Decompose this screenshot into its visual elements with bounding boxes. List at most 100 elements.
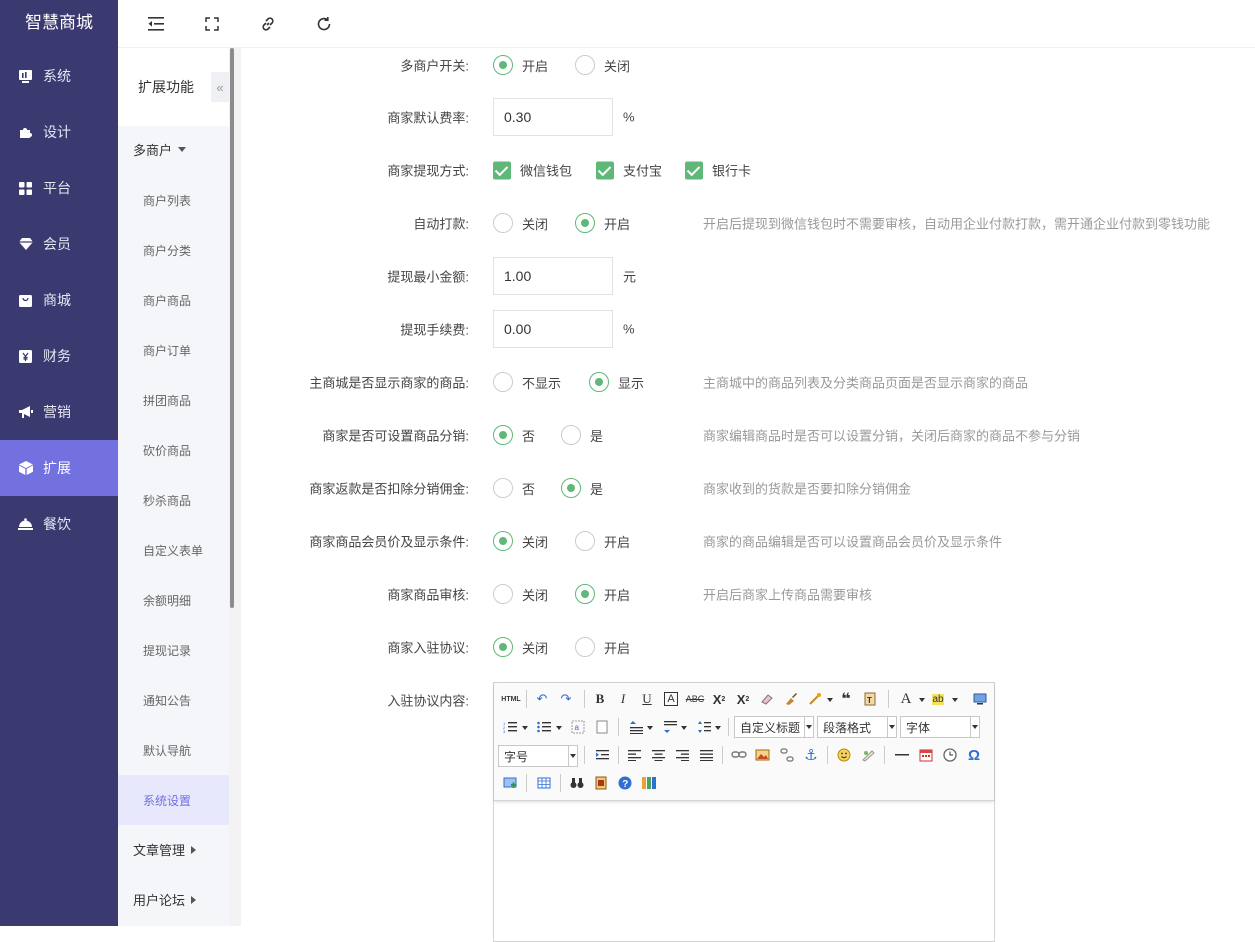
radio-dot[interactable]	[493, 637, 513, 657]
underline-icon[interactable]: U	[637, 689, 657, 709]
checkbox-wechat-wallet[interactable]: 微信钱包	[493, 161, 572, 180]
html-source-icon[interactable]: HTML	[500, 689, 522, 709]
special-char-icon[interactable]: Ω	[964, 745, 984, 765]
eraser-icon[interactable]	[757, 689, 777, 709]
sidebar-item-6[interactable]: 营销	[0, 384, 118, 440]
sidebar-item-3[interactable]: 会员	[0, 216, 118, 272]
radio-agreement-off[interactable]: 关闭	[493, 637, 548, 657]
template-icon[interactable]	[591, 773, 611, 793]
insert-image-icon[interactable]	[500, 773, 520, 793]
row-spacing-bottom-icon[interactable]	[660, 717, 680, 737]
radio-member-price-on[interactable]: 开启	[575, 531, 630, 551]
fee-rate-input[interactable]: 0.30	[493, 98, 613, 136]
radio-dot[interactable]	[575, 584, 595, 604]
radio-deduct-no[interactable]: 否	[493, 478, 535, 498]
row-spacing-top-icon[interactable]	[626, 717, 646, 737]
select-all-icon[interactable]: a	[568, 717, 588, 737]
border-a-icon[interactable]: A	[661, 689, 681, 709]
font-family-select[interactable]: 字体	[900, 716, 980, 738]
radio-dot[interactable]	[561, 478, 581, 498]
radio-multi-merchant-on[interactable]: 开启	[493, 55, 548, 75]
bold-icon[interactable]: B	[590, 689, 610, 709]
check-icon[interactable]	[493, 161, 511, 179]
collapse-button[interactable]: «	[211, 72, 229, 102]
sub-item-3[interactable]: 商户订单	[118, 325, 229, 375]
radio-dot[interactable]	[493, 372, 513, 392]
checkbox-bank-card[interactable]: 银行卡	[685, 161, 751, 180]
sidebar-item-0[interactable]: 系统	[0, 48, 118, 104]
unordered-list-icon[interactable]	[534, 717, 554, 737]
paste-plain-icon[interactable]: T	[860, 689, 880, 709]
italic-icon[interactable]: I	[613, 689, 633, 709]
emotion-icon[interactable]	[834, 745, 854, 765]
radio-agreement-on[interactable]: 开启	[575, 637, 630, 657]
unlink-icon[interactable]	[777, 745, 797, 765]
align-left-icon[interactable]	[624, 745, 644, 765]
sub-item-0[interactable]: 商户列表	[118, 175, 229, 225]
help-icon[interactable]: ?	[615, 773, 635, 793]
horizontal-rule-icon[interactable]	[892, 745, 912, 765]
align-center-icon[interactable]	[648, 745, 668, 765]
link-icon[interactable]	[729, 745, 749, 765]
radio-member-price-off[interactable]: 关闭	[493, 531, 548, 551]
paragraph-format-select[interactable]: 段落格式	[817, 716, 897, 738]
sub-item-11[interactable]: 默认导航	[118, 725, 229, 775]
superscript-icon[interactable]: X2	[709, 689, 729, 709]
sub-item-12[interactable]: 系统设置	[118, 775, 229, 825]
sidebar-item-5[interactable]: 财务	[0, 328, 118, 384]
radio-dot[interactable]	[493, 584, 513, 604]
redo-icon[interactable]: ↷	[556, 689, 576, 709]
highlight-icon[interactable]: ab	[928, 689, 948, 709]
radio-auto-pay-off[interactable]: 关闭	[493, 213, 548, 233]
link-icon[interactable]	[258, 14, 278, 34]
radio-deduct-yes[interactable]: 是	[561, 478, 603, 498]
radio-distribution-yes[interactable]: 是	[561, 425, 603, 445]
sidebar-item-2[interactable]: 平台	[0, 160, 118, 216]
sidebar-item-4[interactable]: 商城	[0, 272, 118, 328]
radio-dot[interactable]	[589, 372, 609, 392]
sub-item-9[interactable]: 提现记录	[118, 625, 229, 675]
anchor-icon[interactable]: ⚓	[801, 745, 821, 765]
indent-icon[interactable]	[592, 745, 612, 765]
subscript-icon[interactable]: X2	[733, 689, 753, 709]
strikethrough-icon[interactable]: ABC	[685, 689, 705, 709]
font-color-icon[interactable]: A	[896, 689, 916, 709]
check-icon[interactable]	[685, 161, 703, 179]
scrawl-icon[interactable]	[858, 745, 878, 765]
radio-dot[interactable]	[575, 213, 595, 233]
withdraw-fee-input[interactable]: 0.00	[493, 310, 613, 348]
radio-show-merchant-goods[interactable]: 显示	[589, 372, 644, 392]
align-justify-icon[interactable]	[696, 745, 716, 765]
sub-item-8[interactable]: 余额明细	[118, 575, 229, 625]
preview-icon[interactable]	[970, 689, 990, 709]
radio-hide-merchant-goods[interactable]: 不显示	[493, 372, 561, 392]
image-icon[interactable]	[753, 745, 773, 765]
radio-multi-merchant-off[interactable]: 关闭	[575, 55, 630, 75]
ocr-icon[interactable]	[639, 773, 659, 793]
date-icon[interactable]	[916, 745, 936, 765]
fullscreen-icon[interactable]	[202, 14, 222, 34]
checkbox-alipay[interactable]: 支付宝	[596, 161, 662, 180]
sub-item-10[interactable]: 通知公告	[118, 675, 229, 725]
sub-item-4[interactable]: 拼团商品	[118, 375, 229, 425]
radio-dot[interactable]	[561, 425, 581, 445]
format-brush-icon[interactable]	[781, 689, 801, 709]
sub-item-6[interactable]: 秒杀商品	[118, 475, 229, 525]
table-icon[interactable]	[534, 773, 554, 793]
blockquote-icon[interactable]: ❝	[836, 689, 856, 709]
sub-item-2[interactable]: 商户商品	[118, 275, 229, 325]
radio-dot[interactable]	[493, 425, 513, 445]
radio-distribution-no[interactable]: 否	[493, 425, 535, 445]
align-right-icon[interactable]	[672, 745, 692, 765]
radio-dot[interactable]	[493, 55, 513, 75]
radio-dot[interactable]	[493, 531, 513, 551]
sidebar-item-7[interactable]: 扩展	[0, 440, 118, 496]
radio-dot[interactable]	[575, 55, 595, 75]
sub-group-multi-merchant[interactable]: 多商户	[133, 140, 187, 159]
radio-dot[interactable]	[575, 531, 595, 551]
sub-group-forum[interactable]: 用户论坛	[133, 890, 197, 909]
refresh-icon[interactable]	[314, 14, 334, 34]
radio-goods-review-off[interactable]: 关闭	[493, 584, 548, 604]
sidebar-item-8[interactable]: 餐饮	[0, 496, 118, 552]
sidebar-item-1[interactable]: 设计	[0, 104, 118, 160]
